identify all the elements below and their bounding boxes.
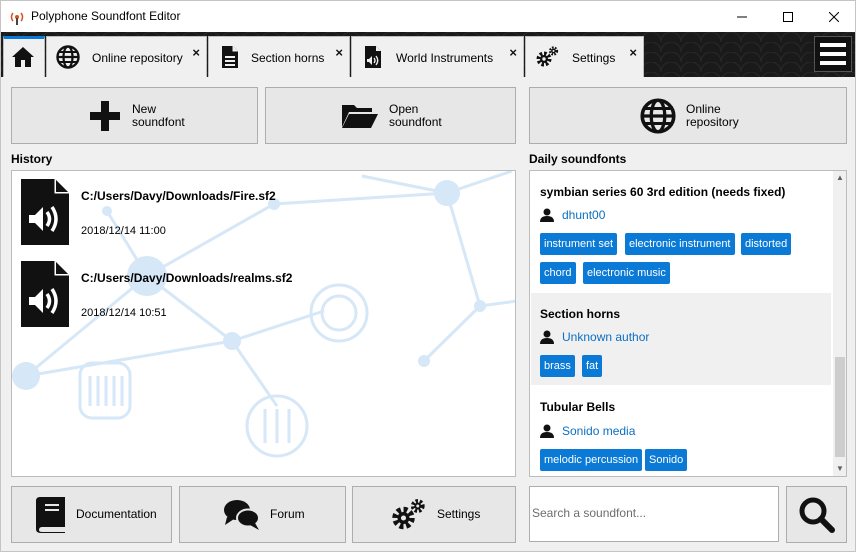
documentation-button[interactable]: Documentation bbox=[11, 486, 172, 543]
tag-chip[interactable]: chord bbox=[540, 262, 576, 284]
soundfont-author[interactable]: Unknown author bbox=[540, 330, 649, 344]
hamburger-icon bbox=[820, 52, 846, 56]
documentation-label: Documentation bbox=[76, 507, 157, 521]
gears-icon bbox=[536, 46, 559, 67]
scroll-up-arrow-icon[interactable]: ▲ bbox=[833, 171, 846, 185]
minimize-icon bbox=[737, 16, 747, 17]
forum-label: Forum bbox=[270, 507, 305, 521]
soundfont-author[interactable]: Sonido media bbox=[540, 424, 635, 438]
tab-section-horns[interactable]: Section horns × bbox=[208, 36, 350, 77]
history-title: History bbox=[11, 152, 53, 166]
close-icon bbox=[829, 11, 839, 22]
history-file-date: 2018/12/14 10:51 bbox=[81, 307, 167, 319]
person-icon bbox=[540, 330, 554, 344]
person-icon bbox=[540, 424, 554, 438]
person-icon bbox=[540, 208, 554, 222]
forum-button[interactable]: Forum bbox=[179, 486, 346, 543]
plus-icon bbox=[90, 100, 120, 131]
daily-soundfont-item[interactable]: Section horns Unknown author brass fat bbox=[531, 293, 831, 385]
history-file-date: 2018/12/14 11:00 bbox=[81, 225, 166, 237]
window-title: Polyphone Soundfont Editor bbox=[31, 9, 181, 23]
tag-chip[interactable]: electronic music bbox=[583, 262, 670, 284]
book-icon bbox=[36, 496, 65, 533]
daily-soundfont-item[interactable]: symbian series 60 3rd edition (needs fix… bbox=[531, 171, 831, 292]
minimize-button[interactable] bbox=[719, 1, 765, 32]
tag-chip[interactable]: instrument set bbox=[540, 233, 618, 255]
globe-icon bbox=[56, 45, 80, 69]
soundfont-file-icon bbox=[365, 46, 381, 68]
settings-button[interactable]: Settings bbox=[352, 486, 516, 543]
globe-icon bbox=[640, 97, 676, 134]
app-window: Polyphone Soundfont Editor Online reposi… bbox=[0, 0, 856, 552]
hamburger-icon bbox=[820, 43, 846, 47]
online-repository-label: Online repository bbox=[686, 101, 739, 129]
tab-close-icon[interactable]: × bbox=[629, 45, 637, 60]
soundfont-file-icon bbox=[21, 179, 69, 245]
search-button[interactable] bbox=[786, 486, 847, 543]
online-repository-button[interactable]: Online repository bbox=[529, 87, 847, 144]
chat-bubbles-icon bbox=[224, 499, 260, 530]
tab-label: Settings bbox=[572, 51, 616, 65]
new-soundfont-label: New soundfont bbox=[132, 101, 185, 129]
maximize-button[interactable] bbox=[765, 1, 811, 32]
tab-world-instruments[interactable]: World Instruments × bbox=[351, 36, 524, 77]
search-icon bbox=[799, 497, 835, 533]
tag-chip[interactable]: melodic percussion bbox=[540, 449, 643, 471]
tag-chip[interactable]: brass bbox=[540, 355, 575, 377]
tab-label: Online repository bbox=[92, 51, 183, 65]
tab-close-icon[interactable]: × bbox=[509, 45, 517, 60]
tag-chip[interactable]: electronic instrument bbox=[625, 233, 735, 255]
author-name: Sonido media bbox=[562, 424, 636, 438]
tab-bar: Online repository × Section horns × Worl… bbox=[1, 32, 855, 77]
daily-scrollbar[interactable]: ▲ ▼ bbox=[833, 171, 846, 476]
search-input[interactable] bbox=[532, 506, 772, 520]
tag-chip[interactable]: fat bbox=[582, 355, 603, 377]
tab-close-icon[interactable]: × bbox=[192, 45, 200, 60]
open-soundfont-button[interactable]: Open soundfont bbox=[265, 87, 516, 144]
settings-label: Settings bbox=[437, 507, 481, 521]
tag-chip[interactable]: distorted bbox=[741, 233, 792, 255]
search-box[interactable] bbox=[529, 486, 779, 542]
close-window-button[interactable] bbox=[811, 1, 856, 32]
history-panel: C:/Users/Davy/Downloads/Fire.sf2 2018/12… bbox=[11, 170, 516, 477]
gears-icon bbox=[392, 498, 425, 529]
tab-settings[interactable]: Settings × bbox=[525, 36, 644, 77]
daily-soundfont-item[interactable]: Tubular Bells Sonido media melodic percu… bbox=[531, 386, 831, 476]
history-file-path: C:/Users/Davy/Downloads/realms.sf2 bbox=[81, 271, 293, 285]
title-bar: Polyphone Soundfont Editor bbox=[1, 1, 855, 32]
tab-label: Section horns bbox=[251, 51, 325, 65]
scrollbar-thumb[interactable] bbox=[835, 357, 845, 457]
history-file-path: C:/Users/Davy/Downloads/Fire.sf2 bbox=[81, 189, 276, 203]
author-name: dhunt00 bbox=[562, 208, 606, 222]
author-name: Unknown author bbox=[562, 330, 650, 344]
document-icon bbox=[222, 46, 238, 68]
maximize-icon bbox=[783, 11, 793, 22]
soundfont-author[interactable]: dhunt00 bbox=[540, 208, 605, 222]
tab-online-repository[interactable]: Online repository × bbox=[46, 36, 207, 77]
soundfont-title: Tubular Bells bbox=[540, 400, 616, 414]
home-icon bbox=[12, 47, 34, 67]
soundfont-title: symbian series 60 3rd edition (needs fix… bbox=[540, 185, 786, 199]
tab-label: World Instruments bbox=[396, 51, 494, 65]
polyphone-app-icon bbox=[10, 12, 24, 25]
scroll-down-arrow-icon[interactable]: ▼ bbox=[833, 462, 846, 476]
soundfont-title: Section horns bbox=[540, 307, 621, 321]
soundfont-file-icon bbox=[21, 261, 69, 327]
daily-soundfonts-panel: symbian series 60 3rd edition (needs fix… bbox=[529, 170, 847, 477]
tag-chip[interactable]: Sonido bbox=[645, 449, 688, 471]
tab-close-icon[interactable]: × bbox=[335, 45, 343, 60]
open-soundfont-label: Open soundfont bbox=[389, 101, 442, 129]
history-item[interactable]: C:/Users/Davy/Downloads/realms.sf2 2018/… bbox=[21, 261, 501, 327]
main-menu-button[interactable] bbox=[814, 36, 852, 72]
new-soundfont-button[interactable]: New soundfont bbox=[11, 87, 258, 144]
hamburger-icon bbox=[820, 61, 846, 65]
tab-home[interactable] bbox=[3, 36, 45, 77]
history-item[interactable]: C:/Users/Davy/Downloads/Fire.sf2 2018/12… bbox=[21, 179, 501, 245]
daily-soundfonts-title: Daily soundfonts bbox=[529, 152, 627, 166]
open-folder-icon bbox=[342, 104, 378, 128]
